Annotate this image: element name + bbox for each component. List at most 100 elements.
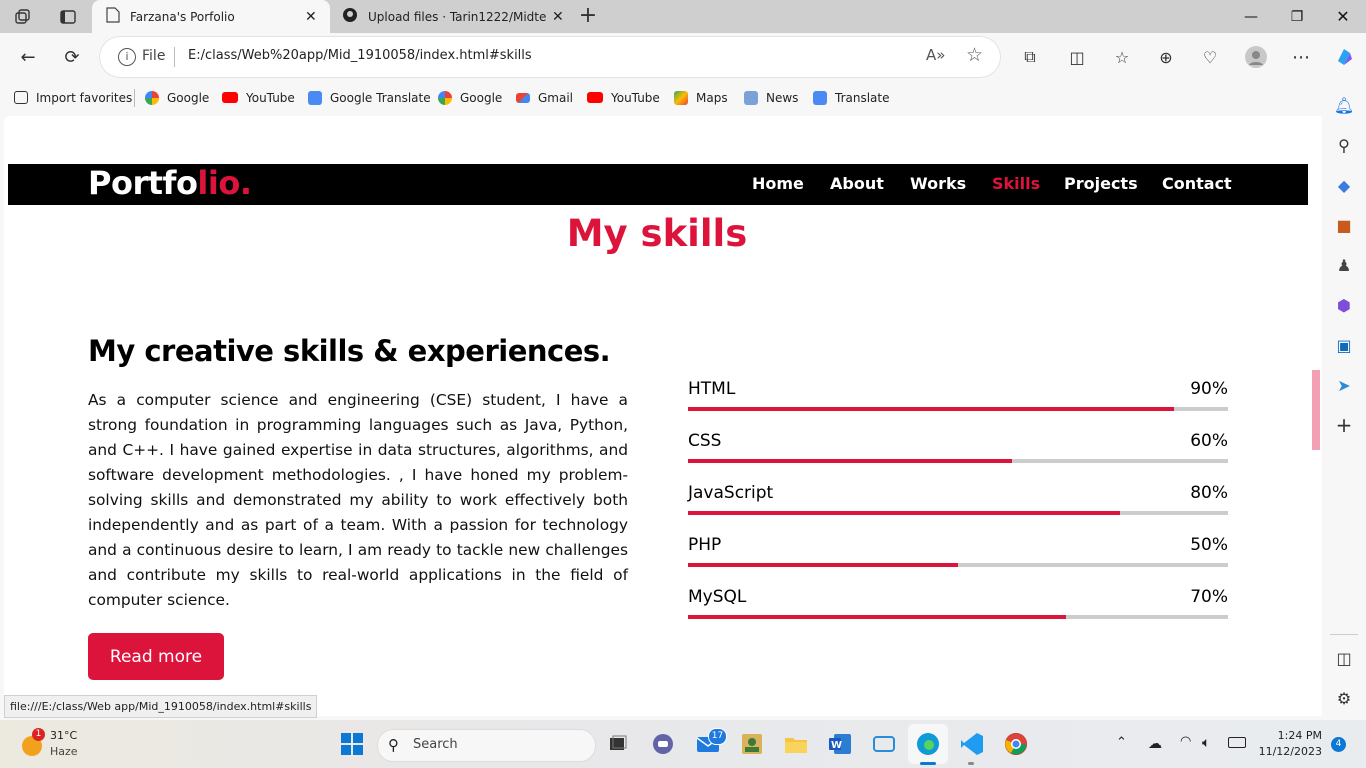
nav-about[interactable]: About	[830, 174, 884, 193]
hide-sidebar-icon[interactable]: ◫	[1322, 638, 1366, 678]
edge-icon[interactable]	[914, 730, 942, 758]
info-icon[interactable]: i	[118, 48, 136, 66]
fav-label: Google	[460, 90, 503, 105]
fav-translate[interactable]: Translate	[813, 81, 890, 114]
brand-logo[interactable]: Portfolio.	[88, 164, 252, 202]
drop-icon[interactable]: ➤	[1322, 365, 1366, 405]
news-icon	[744, 90, 758, 105]
fav-import[interactable]: Import favorites	[14, 81, 132, 114]
word-icon[interactable]: W	[826, 730, 854, 758]
task-view-icon[interactable]	[604, 730, 632, 758]
tab-portfolio[interactable]: Farzana's Porfolio ✕	[92, 0, 330, 33]
bell-icon[interactable]: 🔔︎	[1322, 85, 1366, 125]
workspaces-icon[interactable]	[10, 6, 34, 28]
refresh-icon[interactable]: ⟳	[54, 33, 90, 81]
close-tab-icon[interactable]: ✕	[552, 9, 564, 25]
settings-icon[interactable]: ⚙	[1322, 678, 1366, 718]
close-window-button[interactable]: ✕	[1320, 0, 1366, 33]
youtube-icon	[222, 92, 238, 103]
app-icon[interactable]	[870, 730, 898, 758]
skill-name: JavaScript	[688, 483, 774, 503]
fav-gmail[interactable]: Gmail	[516, 81, 573, 114]
skill-bar	[688, 407, 1228, 411]
skill-name: PHP	[688, 535, 722, 555]
back-icon[interactable]: ←	[10, 33, 46, 81]
search-icon[interactable]: ⚲	[1322, 125, 1366, 165]
fav-label: Translate	[835, 90, 890, 105]
photos-icon[interactable]	[738, 730, 766, 758]
nav-contact[interactable]: Contact	[1162, 174, 1232, 193]
fav-news[interactable]: News	[744, 81, 798, 114]
battery-icon[interactable]	[1228, 737, 1246, 748]
url-text[interactable]: E:/class/Web%20app/Mid_1910058/index.htm…	[188, 48, 532, 63]
clock-date[interactable]: 11/12/2023	[1252, 745, 1322, 758]
microsoft365-icon[interactable]: ⬢	[1322, 285, 1366, 325]
new-tab-button[interactable]: +	[576, 4, 600, 28]
fav-label: Import favorites	[36, 90, 133, 105]
fav-label: YouTube	[246, 90, 295, 105]
scrollbar[interactable]	[1310, 116, 1322, 716]
extensions-icon[interactable]: ⧉	[1012, 33, 1048, 81]
nav-skills[interactable]: Skills	[992, 174, 1040, 193]
fav-google[interactable]: Google	[438, 81, 502, 114]
nav-home[interactable]: Home	[752, 174, 804, 193]
skill-percent: 50%	[1190, 535, 1228, 555]
chrome-icon[interactable]	[1002, 730, 1030, 758]
wifi-icon[interactable]: ◠	[1180, 734, 1191, 749]
shopping-icon[interactable]: ◆	[1322, 165, 1366, 205]
weather-widget[interactable]: 1 31°C Haze	[18, 726, 108, 764]
file-explorer-icon[interactable]	[782, 730, 810, 758]
weather-badge: 1	[32, 728, 45, 741]
skill-bar-fill	[688, 459, 1012, 463]
add-icon[interactable]: +	[1322, 405, 1366, 445]
nav-works[interactable]: Works	[910, 174, 966, 193]
favorites-bar: Import favorites Google YouTube Google T…	[0, 81, 1322, 114]
outlook-icon[interactable]: ▣	[1322, 325, 1366, 365]
skill-bar	[688, 563, 1228, 567]
fav-google-translate[interactable]: Google Translate	[308, 81, 431, 114]
tab-title: Upload files · Tarin1222/Midterm	[368, 9, 546, 24]
gmail-icon	[516, 92, 530, 103]
collections-icon[interactable]: ⊕	[1148, 33, 1184, 81]
search-placeholder: Search	[413, 737, 458, 752]
fav-label: Maps	[696, 90, 728, 105]
start-icon[interactable]	[338, 730, 366, 758]
restore-button[interactable]: ❐	[1274, 0, 1320, 33]
tools-icon[interactable]: ■	[1322, 205, 1366, 245]
close-tab-icon[interactable]: ✕	[305, 9, 317, 25]
copilot-icon[interactable]	[1326, 33, 1362, 81]
fav-youtube[interactable]: YouTube	[222, 81, 295, 114]
browser-essentials-icon[interactable]: ♡	[1192, 33, 1228, 81]
add-favorite-icon[interactable]: ☆	[966, 44, 983, 66]
read-more-button[interactable]: Read more	[88, 633, 224, 680]
skill-name: HTML	[688, 379, 736, 399]
show-hidden-icons[interactable]: ⌃	[1116, 735, 1127, 750]
minimize-button[interactable]: —	[1228, 0, 1274, 33]
status-url: file:///E:/class/Web app/Mid_1910058/ind…	[4, 695, 318, 718]
clock-time[interactable]: 1:24 PM	[1260, 729, 1322, 742]
address-bar[interactable]: i File E:/class/Web%20app/Mid_1910058/in…	[100, 37, 1000, 77]
brand-accent: lio.	[197, 164, 252, 202]
skill-name: CSS	[688, 431, 722, 451]
search-icon: ⚲	[388, 736, 399, 754]
fav-google[interactable]: Google	[145, 81, 209, 114]
favorites-icon[interactable]: ☆	[1104, 33, 1140, 81]
games-icon[interactable]: ♟	[1322, 245, 1366, 285]
teams-icon[interactable]	[649, 730, 677, 758]
read-aloud-icon[interactable]: A»	[926, 46, 945, 64]
split-screen-icon[interactable]: ◫	[1059, 33, 1095, 81]
onedrive-icon[interactable]: ☁	[1148, 736, 1162, 752]
tab-github[interactable]: Upload files · Tarin1222/Midterm ✕	[332, 0, 570, 33]
vscode-running-indicator	[968, 762, 974, 765]
scrollbar-thumb[interactable]	[1312, 370, 1320, 450]
volume-icon[interactable]: 🔈︎	[1202, 735, 1210, 751]
nav-projects[interactable]: Projects	[1064, 174, 1138, 193]
taskbar-search[interactable]: ⚲ Search	[377, 729, 596, 762]
notification-badge[interactable]: 4	[1331, 737, 1346, 752]
fav-maps[interactable]: Maps	[674, 81, 728, 114]
more-options-icon[interactable]: ⋯	[1283, 33, 1319, 81]
vscode-icon[interactable]	[958, 730, 986, 758]
profile-avatar[interactable]	[1238, 33, 1274, 81]
fav-youtube[interactable]: YouTube	[587, 81, 660, 114]
tab-actions-icon[interactable]	[56, 6, 80, 28]
